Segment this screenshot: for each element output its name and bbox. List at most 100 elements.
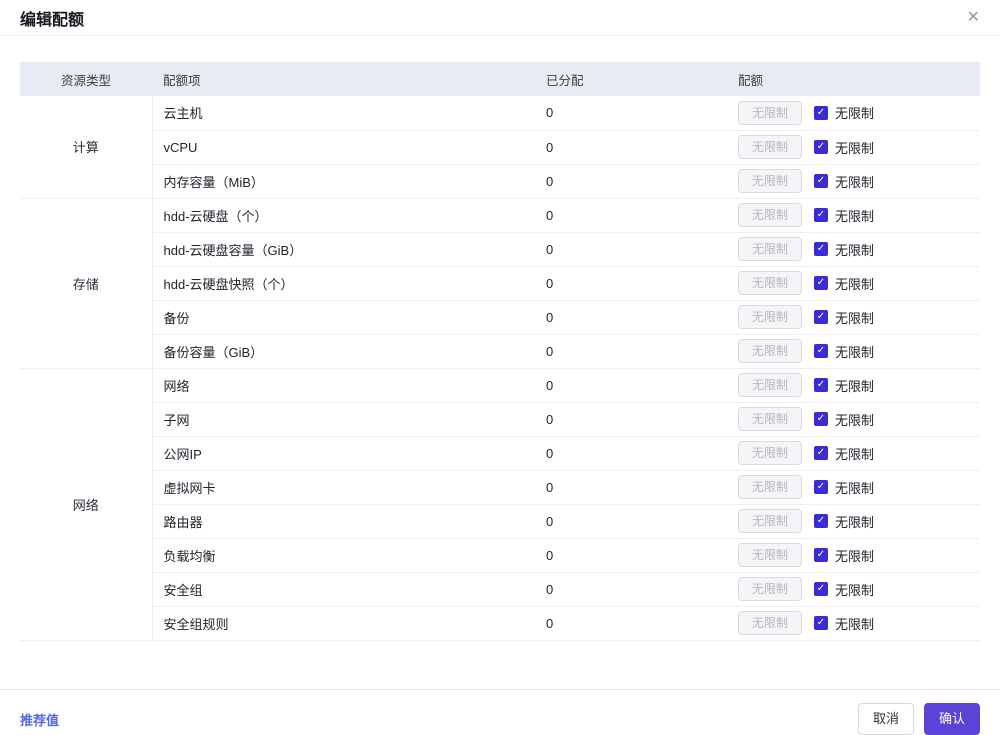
unlimited-checkbox-wrap[interactable]: ✓ 无限制 — [814, 274, 874, 293]
quota-cell: ✓ 无限制 — [727, 300, 980, 335]
unlimited-checkbox[interactable]: ✓ — [814, 174, 828, 188]
unlimited-checkbox-wrap[interactable]: ✓ 无限制 — [814, 580, 874, 599]
quota-cell: ✓ 无限制 — [727, 470, 980, 505]
resource-type-cell: 存储 — [20, 198, 153, 369]
unlimited-checkbox-wrap[interactable]: ✓ 无限制 — [814, 614, 874, 633]
allocated-value: 0 — [535, 402, 727, 437]
quota-cell: ✓ 无限制 — [727, 232, 980, 267]
resource-type-cell: 计算 — [20, 96, 153, 199]
edit-quota-dialog: 编辑配额 ✕ 资源类型 配额项 已分配 配额 计算云主机0✓无限制vCPU0✓无… — [0, 0, 1000, 735]
quota-input[interactable] — [738, 441, 802, 465]
quota-input[interactable] — [738, 305, 802, 329]
quota-controls: ✓ 无限制 — [738, 100, 980, 125]
unlimited-checkbox[interactable]: ✓ — [814, 412, 828, 426]
quota-input[interactable] — [738, 373, 802, 397]
quota-controls: ✓ 无限制 — [738, 441, 980, 465]
unlimited-checkbox-label: 无限制 — [835, 378, 875, 394]
quota-input[interactable] — [738, 203, 802, 227]
quota-input[interactable] — [738, 237, 802, 261]
unlimited-checkbox-wrap[interactable]: ✓ 无限制 — [814, 512, 874, 531]
confirm-button[interactable]: 确认 — [923, 703, 980, 735]
quota-item-label: 安全组 — [152, 572, 535, 607]
quota-controls: ✓ 无限制 — [738, 475, 980, 499]
quota-input[interactable] — [738, 135, 802, 159]
unlimited-checkbox-wrap[interactable]: ✓ 无限制 — [814, 478, 874, 497]
allocated-value: 0 — [535, 198, 727, 233]
footer-buttons: 取消 确认 — [857, 703, 980, 735]
unlimited-checkbox[interactable]: ✓ — [814, 242, 828, 256]
quota-input[interactable] — [738, 407, 802, 431]
unlimited-checkbox[interactable]: ✓ — [814, 582, 828, 596]
quota-input[interactable] — [738, 543, 802, 567]
unlimited-checkbox-wrap[interactable]: ✓ 无限制 — [814, 376, 874, 395]
unlimited-checkbox-wrap[interactable]: ✓ 无限制 — [814, 172, 874, 191]
header-quota-item: 配额项 — [152, 62, 535, 96]
unlimited-checkbox[interactable]: ✓ — [814, 446, 828, 460]
unlimited-checkbox[interactable]: ✓ — [814, 480, 828, 494]
quota-item-label: hdd-云硬盘快照（个） — [152, 266, 535, 301]
quota-item-label: 子网 — [152, 402, 535, 437]
table-row: 安全组0 ✓ 无限制 — [20, 572, 980, 607]
quota-item-label: 虚拟网卡 — [152, 470, 535, 505]
unlimited-checkbox-wrap[interactable]: ✓ 无限制 — [814, 240, 874, 259]
unlimited-checkbox-wrap[interactable]: ✓ 无限制 — [814, 444, 874, 463]
allocated-value: 0 — [535, 300, 727, 335]
quota-controls: ✓ 无限制 — [738, 305, 980, 329]
allocated-value: 0 — [535, 130, 727, 165]
unlimited-checkbox[interactable]: ✓ — [814, 276, 828, 290]
unlimited-checkbox-wrap[interactable]: ✓ 无限制 — [814, 308, 874, 327]
unlimited-checkbox-wrap[interactable]: ✓ 无限制 — [814, 138, 874, 157]
unlimited-checkbox-label: 无限制 — [835, 514, 875, 530]
unlimited-checkbox[interactable]: ✓ — [814, 378, 828, 392]
quota-input[interactable] — [738, 577, 802, 601]
quota-input[interactable] — [738, 169, 802, 193]
quota-input[interactable] — [738, 509, 802, 533]
quota-item-label: 网络 — [152, 368, 535, 403]
unlimited-checkbox[interactable]: ✓ — [814, 140, 828, 154]
unlimited-checkbox-label: 无限制 — [835, 242, 875, 258]
unlimited-checkbox-label: 无限制 — [835, 446, 875, 462]
table-row: vCPU0 ✓ 无限制 — [20, 130, 980, 165]
quota-input[interactable] — [738, 339, 802, 363]
quota-controls: ✓ 无限制 — [738, 203, 980, 227]
quota-item-label: 备份容量（GiB） — [152, 334, 535, 369]
resource-type-cell: 网络 — [20, 368, 153, 641]
quota-controls: ✓ 无限制 — [738, 271, 980, 295]
quota-cell: ✓ 无限制 — [727, 402, 980, 437]
unlimited-checkbox-label: 无限制 — [835, 106, 875, 122]
allocated-value: 0 — [535, 504, 727, 539]
unlimited-checkbox[interactable]: ✓ — [814, 310, 828, 324]
unlimited-checkbox-wrap[interactable]: ✓ 无限制 — [814, 410, 874, 429]
unlimited-checkbox-label: 无限制 — [835, 140, 875, 156]
quota-input[interactable] — [738, 100, 802, 125]
unlimited-checkbox-wrap[interactable]: ✓ 无限制 — [814, 546, 874, 565]
unlimited-checkbox[interactable]: ✓ — [814, 548, 828, 562]
quota-item-label: 公网IP — [152, 436, 535, 471]
unlimited-checkbox[interactable]: ✓ — [814, 514, 828, 528]
unlimited-checkbox-label: 无限制 — [835, 412, 875, 428]
unlimited-checkbox[interactable]: ✓ — [814, 105, 828, 120]
allocated-value: 0 — [535, 368, 727, 403]
unlimited-checkbox[interactable]: ✓ — [814, 208, 828, 222]
close-icon[interactable]: ✕ — [963, 8, 984, 28]
unlimited-checkbox[interactable]: ✓ — [814, 344, 828, 358]
recommended-values-link[interactable]: 推荐值 — [20, 710, 59, 729]
allocated-value: 0 — [535, 572, 727, 607]
table-row: 计算云主机0 ✓ 无限制 — [20, 96, 980, 199]
table-row: 负载均衡0 ✓ 无限制 — [20, 538, 980, 573]
quota-input[interactable] — [738, 271, 802, 295]
table-row: 路由器0 ✓ 无限制 — [20, 504, 980, 539]
unlimited-checkbox[interactable]: ✓ — [814, 616, 828, 630]
quota-item-label: 负载均衡 — [152, 538, 535, 573]
unlimited-checkbox-wrap[interactable]: ✓ 无限制 — [814, 103, 874, 122]
quota-controls: ✓ 无限制 — [738, 169, 980, 193]
quota-input[interactable] — [738, 611, 802, 635]
table-header-row: 资源类型 配额项 已分配 配额 — [20, 62, 980, 96]
quota-item-label: 安全组规则 — [152, 606, 535, 641]
allocated-value: 0 — [535, 266, 727, 301]
quota-input[interactable] — [738, 475, 802, 499]
unlimited-checkbox-wrap[interactable]: ✓ 无限制 — [814, 342, 874, 361]
cancel-button[interactable]: 取消 — [857, 703, 914, 735]
table-row: hdd-云硬盘快照（个）0 ✓ 无限制 — [20, 266, 980, 301]
unlimited-checkbox-wrap[interactable]: ✓ 无限制 — [814, 206, 874, 225]
